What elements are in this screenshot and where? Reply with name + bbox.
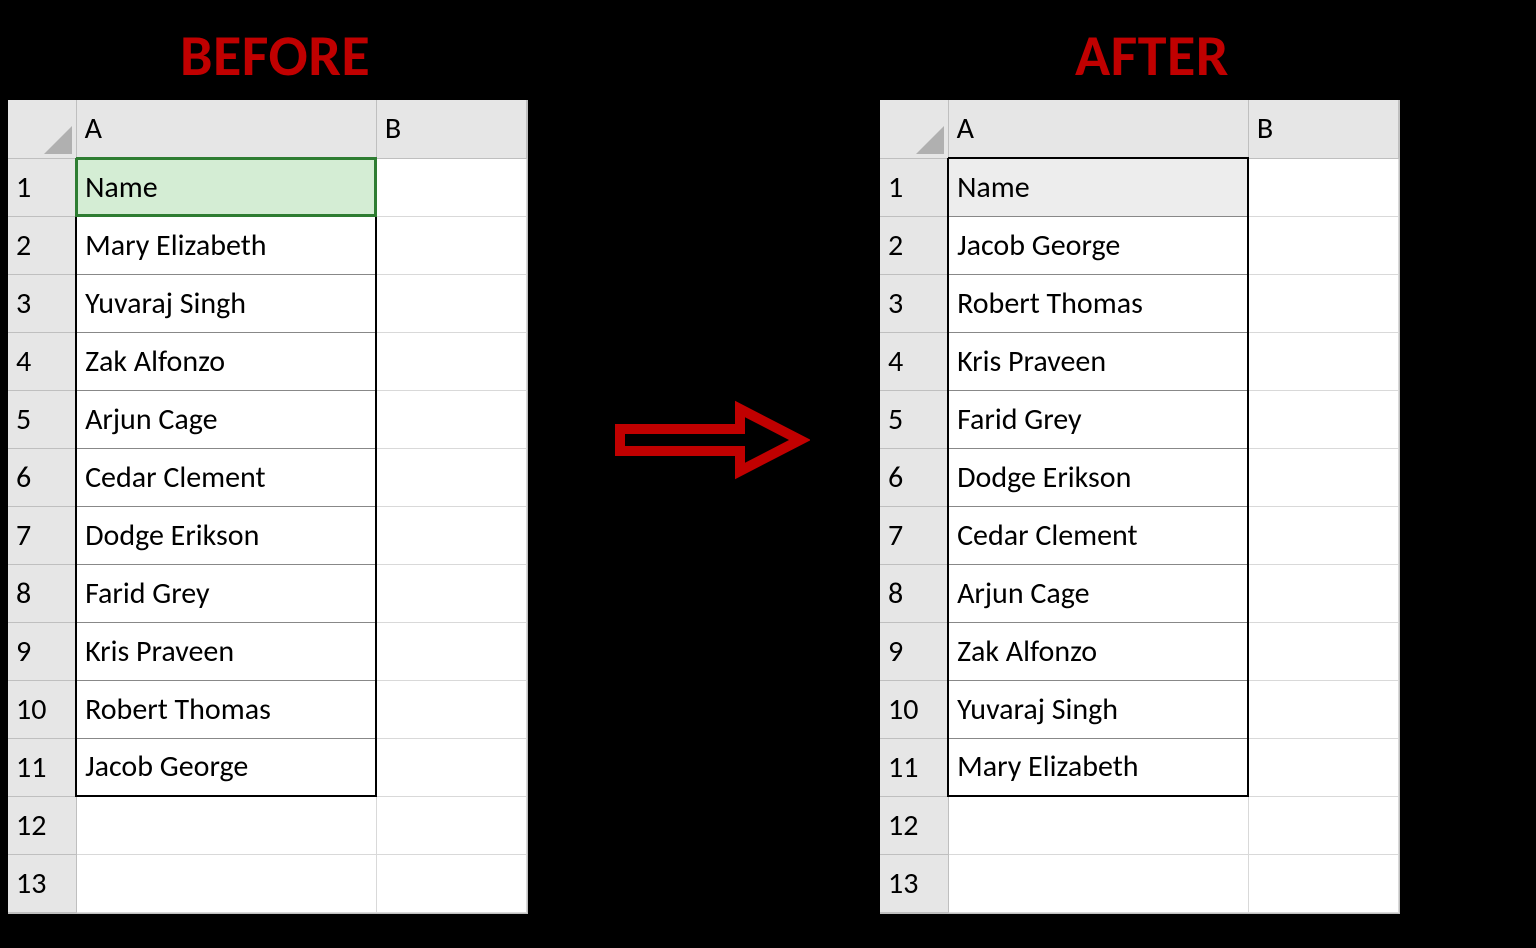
cell-A6[interactable]: Cedar Clement — [76, 448, 376, 506]
cell-A9[interactable]: Kris Praveen — [76, 622, 376, 680]
cell-B10[interactable] — [1248, 680, 1398, 738]
select-all-corner[interactable] — [8, 100, 76, 158]
row-header[interactable]: 9 — [880, 622, 948, 680]
cell-A12[interactable] — [76, 796, 376, 854]
cell-A3[interactable]: Yuvaraj Singh — [76, 274, 376, 332]
cell-B2[interactable] — [1248, 216, 1398, 274]
cell-A12[interactable] — [948, 796, 1248, 854]
row-header[interactable]: 12 — [880, 796, 948, 854]
cell-B3[interactable] — [376, 274, 526, 332]
row-header[interactable]: 11 — [8, 738, 76, 796]
row-header[interactable]: 6 — [8, 448, 76, 506]
cell-A5[interactable]: Arjun Cage — [76, 390, 376, 448]
row-header[interactable]: 7 — [8, 506, 76, 564]
cell-B7[interactable] — [376, 506, 526, 564]
row-header[interactable]: 4 — [8, 332, 76, 390]
cell-A8[interactable]: Farid Grey — [76, 564, 376, 622]
cell-B9[interactable] — [1248, 622, 1398, 680]
cell-B12[interactable] — [376, 796, 526, 854]
cell-B13[interactable] — [1248, 854, 1398, 912]
col-header-B[interactable]: B — [376, 100, 526, 158]
cell-B11[interactable] — [1248, 738, 1398, 796]
row-header[interactable]: 9 — [8, 622, 76, 680]
cell-B13[interactable] — [376, 854, 526, 912]
row-header[interactable]: 2 — [880, 216, 948, 274]
cell-A10[interactable]: Yuvaraj Singh — [948, 680, 1248, 738]
row-header[interactable]: 10 — [8, 680, 76, 738]
cell-B8[interactable] — [376, 564, 526, 622]
cell-B3[interactable] — [1248, 274, 1398, 332]
cell-A2[interactable]: Jacob George — [948, 216, 1248, 274]
row-header[interactable]: 13 — [8, 854, 76, 912]
cell-B8[interactable] — [1248, 564, 1398, 622]
cell-A8[interactable]: Arjun Cage — [948, 564, 1248, 622]
label-after: AFTER — [1075, 20, 1229, 91]
cell-A11[interactable]: Jacob George — [76, 738, 376, 796]
cell-A4[interactable]: Zak Alfonzo — [76, 332, 376, 390]
cell-A4[interactable]: Kris Praveen — [948, 332, 1248, 390]
cell-B1[interactable] — [1248, 158, 1398, 216]
cell-B1[interactable] — [376, 158, 526, 216]
cell-A13[interactable] — [948, 854, 1248, 912]
grid-before[interactable]: A B 1 Name 2Mary Elizabeth 3Yuvaraj Sing… — [8, 100, 527, 913]
stage: BEFORE AFTER A B 1 Name 2Mary Elizabeth … — [0, 0, 1536, 948]
row-header[interactable]: 11 — [880, 738, 948, 796]
row-header[interactable]: 13 — [880, 854, 948, 912]
row-header[interactable]: 2 — [8, 216, 76, 274]
row-header[interactable]: 10 — [880, 680, 948, 738]
col-header-B[interactable]: B — [1248, 100, 1398, 158]
row-header[interactable]: 5 — [880, 390, 948, 448]
cell-B12[interactable] — [1248, 796, 1398, 854]
row-header[interactable]: 3 — [880, 274, 948, 332]
row-header[interactable]: 7 — [880, 506, 948, 564]
cell-A5[interactable]: Farid Grey — [948, 390, 1248, 448]
row-header[interactable]: 8 — [880, 564, 948, 622]
grid-after[interactable]: A B 1 Name 2Jacob George 3Robert Thomas … — [880, 100, 1399, 913]
row-header[interactable]: 1 — [880, 158, 948, 216]
row-header[interactable]: 8 — [8, 564, 76, 622]
col-header-A[interactable]: A — [948, 100, 1248, 158]
cell-A7[interactable]: Dodge Erikson — [76, 506, 376, 564]
cell-A1[interactable]: Name — [76, 158, 376, 216]
row-header[interactable]: 3 — [8, 274, 76, 332]
cell-A6[interactable]: Dodge Erikson — [948, 448, 1248, 506]
cell-A10[interactable]: Robert Thomas — [76, 680, 376, 738]
row-header[interactable]: 4 — [880, 332, 948, 390]
cell-B2[interactable] — [376, 216, 526, 274]
cell-B6[interactable] — [376, 448, 526, 506]
cell-A7[interactable]: Cedar Clement — [948, 506, 1248, 564]
cell-A9[interactable]: Zak Alfonzo — [948, 622, 1248, 680]
label-before: BEFORE — [180, 20, 370, 91]
spreadsheet-after: A B 1 Name 2Jacob George 3Robert Thomas … — [880, 100, 1400, 914]
row-header[interactable]: 1 — [8, 158, 76, 216]
cell-B5[interactable] — [376, 390, 526, 448]
row-header[interactable]: 5 — [8, 390, 76, 448]
row-header[interactable]: 6 — [880, 448, 948, 506]
col-header-A[interactable]: A — [76, 100, 376, 158]
cell-A11[interactable]: Mary Elizabeth — [948, 738, 1248, 796]
cell-A3[interactable]: Robert Thomas — [948, 274, 1248, 332]
cell-B4[interactable] — [376, 332, 526, 390]
cell-A1[interactable]: Name — [948, 158, 1248, 216]
spreadsheet-before: A B 1 Name 2Mary Elizabeth 3Yuvaraj Sing… — [8, 100, 528, 914]
cell-A2[interactable]: Mary Elizabeth — [76, 216, 376, 274]
arrow-right-icon — [610, 395, 810, 490]
select-all-corner[interactable] — [880, 100, 948, 158]
cell-B11[interactable] — [376, 738, 526, 796]
row-header[interactable]: 12 — [8, 796, 76, 854]
cell-B7[interactable] — [1248, 506, 1398, 564]
cell-B5[interactable] — [1248, 390, 1398, 448]
cell-B6[interactable] — [1248, 448, 1398, 506]
cell-B9[interactable] — [376, 622, 526, 680]
cell-B10[interactable] — [376, 680, 526, 738]
cell-A13[interactable] — [76, 854, 376, 912]
cell-B4[interactable] — [1248, 332, 1398, 390]
